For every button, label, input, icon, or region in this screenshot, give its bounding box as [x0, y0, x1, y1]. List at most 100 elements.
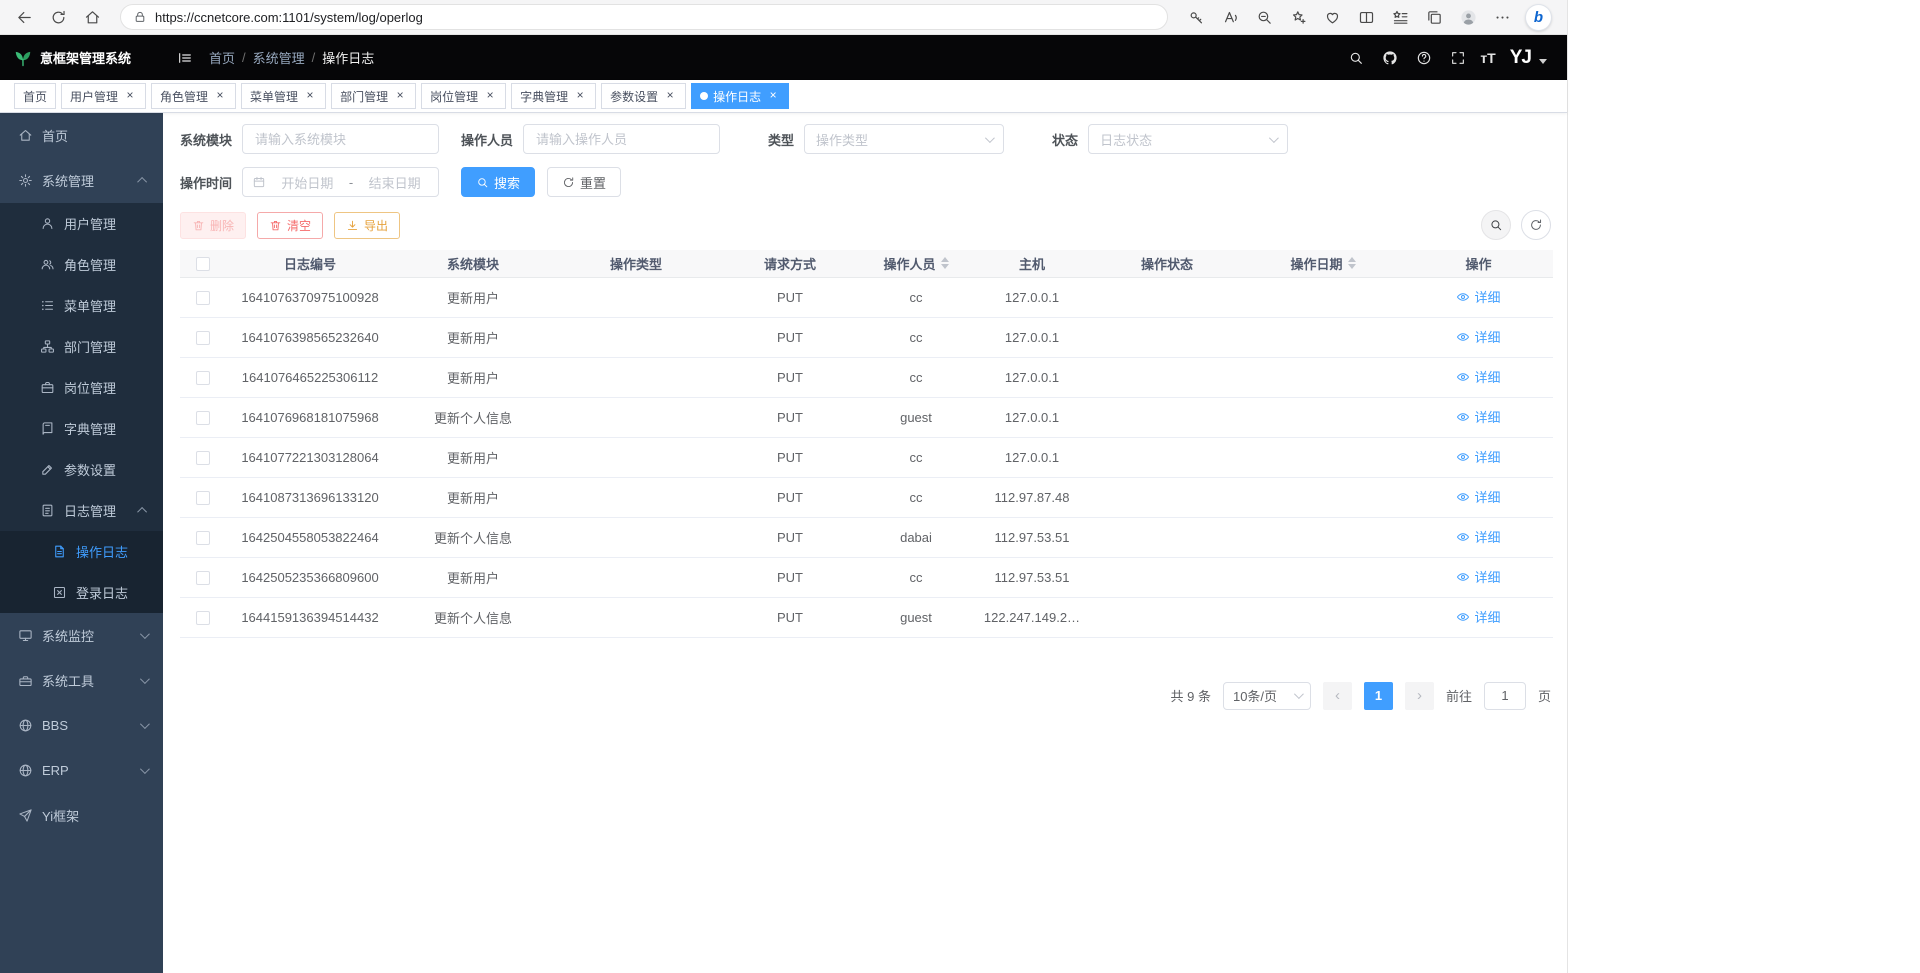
sidebar-item-system-tools[interactable]: 系统工具: [0, 658, 163, 703]
sidebar-item-dict-management[interactable]: 字典管理: [0, 408, 163, 449]
password-manager-button[interactable]: [1180, 3, 1212, 31]
sort-carets-icon[interactable]: [941, 257, 949, 269]
type-select[interactable]: 操作类型: [804, 124, 1004, 154]
date-range-picker[interactable]: 开始日期 - 结束日期: [242, 167, 439, 197]
zoom-button[interactable]: [1248, 3, 1280, 31]
tab-dept-management[interactable]: 部门管理×: [331, 83, 416, 109]
help-button[interactable]: [1410, 44, 1438, 72]
sidebar-item-system-monitor[interactable]: 系统监控: [0, 613, 163, 658]
search-button[interactable]: 搜索: [461, 167, 535, 197]
sidebar-item-erp[interactable]: ERP: [0, 748, 163, 793]
detail-link[interactable]: 详细: [1456, 327, 1500, 346]
row-checkbox[interactable]: [196, 531, 210, 545]
collections-button[interactable]: [1418, 3, 1450, 31]
row-checkbox[interactable]: [196, 491, 210, 505]
close-icon[interactable]: ×: [213, 89, 227, 103]
browser-back-button[interactable]: [8, 3, 40, 31]
tab-oper-log[interactable]: 操作日志×: [691, 83, 789, 109]
browser-refresh-button[interactable]: [42, 3, 74, 31]
detail-link[interactable]: 详细: [1456, 367, 1500, 386]
reset-button[interactable]: 重置: [547, 167, 621, 197]
add-favorite-button[interactable]: [1282, 3, 1314, 31]
fullscreen-button[interactable]: [1444, 44, 1472, 72]
close-icon[interactable]: ×: [303, 89, 317, 103]
sidebar-item-menu-management[interactable]: 菜单管理: [0, 285, 163, 326]
address-bar[interactable]: https://ccnetcore.com:1101/system/log/op…: [120, 4, 1168, 30]
row-checkbox[interactable]: [196, 611, 210, 625]
detail-link[interactable]: 详细: [1456, 567, 1500, 586]
tab-dict-management[interactable]: 字典管理×: [511, 83, 596, 109]
breadcrumb-item-home[interactable]: 首页: [209, 48, 235, 67]
row-checkbox[interactable]: [196, 411, 210, 425]
status-select[interactable]: 日志状态: [1088, 124, 1288, 154]
operator-input[interactable]: [523, 124, 720, 154]
toggle-search-button[interactable]: [1481, 210, 1511, 240]
sidebar-toggle-button[interactable]: [171, 44, 199, 72]
detail-link[interactable]: 详细: [1456, 287, 1500, 306]
split-screen-button[interactable]: [1350, 3, 1382, 31]
export-button[interactable]: 导出: [334, 212, 400, 239]
column-header-operator[interactable]: 操作人员: [860, 250, 972, 277]
favorites-button[interactable]: [1384, 3, 1416, 31]
close-icon[interactable]: ×: [483, 89, 497, 103]
select-all-checkbox[interactable]: [196, 257, 210, 271]
detail-link[interactable]: 详细: [1456, 527, 1500, 546]
tab-home[interactable]: 首页: [14, 83, 56, 109]
read-aloud-button[interactable]: [1214, 3, 1246, 31]
row-checkbox[interactable]: [196, 571, 210, 585]
next-page-button[interactable]: ›: [1405, 682, 1434, 710]
close-icon[interactable]: ×: [573, 89, 587, 103]
row-checkbox[interactable]: [196, 371, 210, 385]
sidebar-item-system-management[interactable]: 系统管理: [0, 158, 163, 203]
detail-link[interactable]: 详细: [1456, 607, 1500, 626]
tab-user-management[interactable]: 用户管理×: [61, 83, 146, 109]
sidebar-item-role-management[interactable]: 角色管理: [0, 244, 163, 285]
sidebar-item-dept-management[interactable]: 部门管理: [0, 326, 163, 367]
page-number-1[interactable]: 1: [1364, 682, 1393, 710]
sidebar-item-home[interactable]: 首页: [0, 113, 163, 158]
table-toolbar: 删除 清空 导出: [180, 210, 1551, 240]
copilot-button[interactable]: b: [1526, 5, 1551, 30]
sidebar-item-login-log[interactable]: 登录日志: [0, 572, 163, 613]
profile-button[interactable]: [1452, 3, 1484, 31]
sidebar-item-yi-framework[interactable]: Yi框架: [0, 793, 163, 838]
prev-page-button[interactable]: ‹: [1323, 682, 1352, 710]
page-jump-input[interactable]: [1484, 682, 1526, 710]
row-checkbox[interactable]: [196, 331, 210, 345]
github-button[interactable]: [1376, 44, 1404, 72]
tab-param-settings[interactable]: 参数设置×: [601, 83, 686, 109]
sidebar-item-bbs[interactable]: BBS: [0, 703, 163, 748]
sidebar-item-log-management[interactable]: 日志管理: [0, 490, 163, 531]
close-icon[interactable]: ×: [123, 89, 137, 103]
detail-link[interactable]: 详细: [1456, 487, 1500, 506]
clear-button[interactable]: 清空: [257, 212, 323, 239]
detail-link[interactable]: 详细: [1456, 407, 1500, 426]
delete-button[interactable]: 删除: [180, 212, 246, 239]
page-size-select[interactable]: 10条/页: [1223, 682, 1311, 710]
column-header-date[interactable]: 操作日期: [1242, 250, 1404, 277]
browser-menu-button[interactable]: [1486, 3, 1518, 31]
row-checkbox[interactable]: [196, 451, 210, 465]
sidebar-item-post-management[interactable]: 岗位管理: [0, 367, 163, 408]
close-icon[interactable]: ×: [393, 89, 407, 103]
sidebar-item-user-management[interactable]: 用户管理: [0, 203, 163, 244]
sidebar-item-param-settings[interactable]: 参数设置: [0, 449, 163, 490]
sort-carets-icon[interactable]: [1348, 257, 1356, 269]
breadcrumb-item-system[interactable]: 系统管理: [253, 48, 305, 67]
detail-link[interactable]: 详细: [1456, 447, 1500, 466]
module-input[interactable]: [242, 124, 439, 154]
close-icon[interactable]: ×: [766, 89, 780, 103]
user-avatar[interactable]: YJ: [1510, 47, 1531, 69]
close-icon[interactable]: ×: [663, 89, 677, 103]
sidebar-item-oper-log[interactable]: 操作日志: [0, 531, 163, 572]
tab-role-management[interactable]: 角色管理×: [151, 83, 236, 109]
tab-menu-management[interactable]: 菜单管理×: [241, 83, 326, 109]
chevron-down-icon[interactable]: [1539, 59, 1547, 64]
row-checkbox[interactable]: [196, 291, 210, 305]
font-size-button[interactable]: тT: [1478, 44, 1497, 72]
header-search-button[interactable]: [1342, 44, 1370, 72]
tab-post-management[interactable]: 岗位管理×: [421, 83, 506, 109]
browser-essentials-button[interactable]: [1316, 3, 1348, 31]
browser-home-button[interactable]: [76, 3, 108, 31]
refresh-table-button[interactable]: [1521, 210, 1551, 240]
